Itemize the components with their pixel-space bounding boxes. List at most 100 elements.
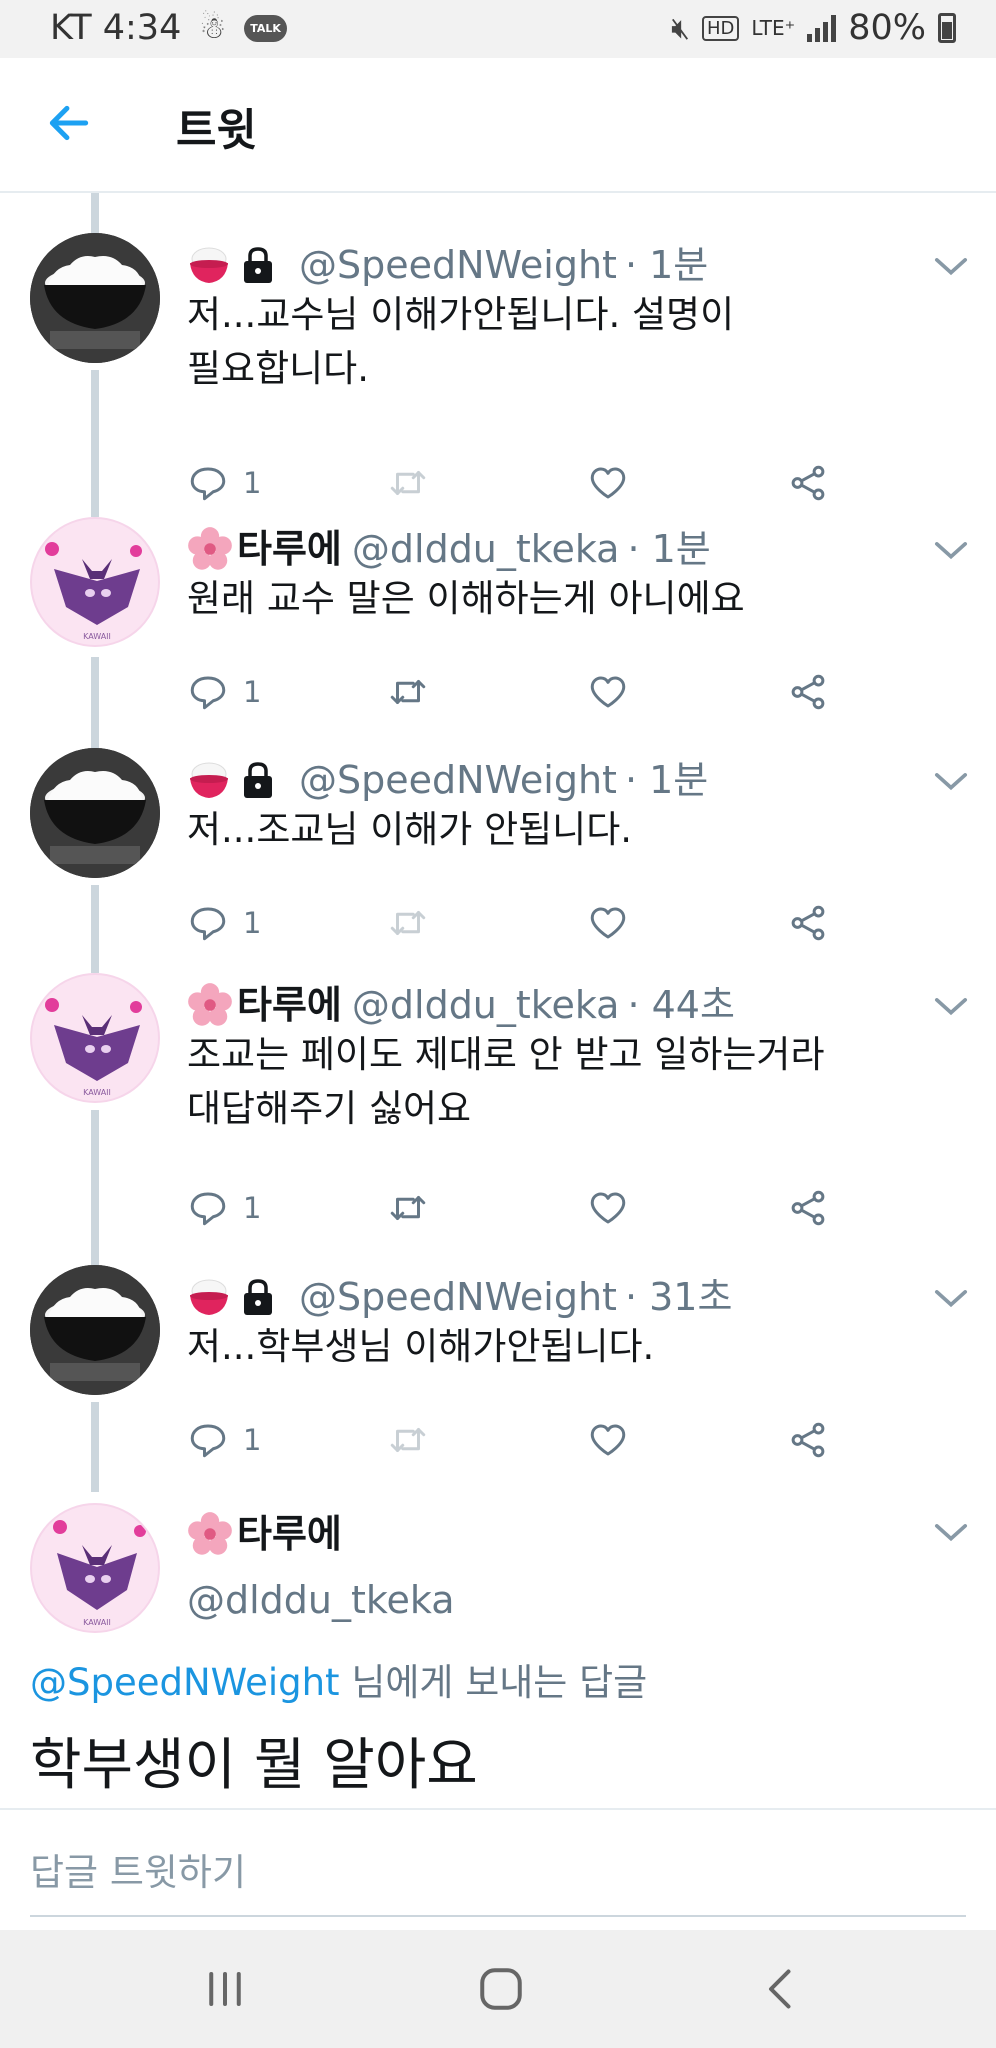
cherry-blossom-icon [188,983,232,1026]
avatar[interactable] [30,748,160,878]
lock-icon [244,247,272,283]
reply-button[interactable]: 1 [187,458,261,508]
caret-down-icon[interactable] [934,1289,968,1309]
reply-to-mention[interactable]: @SpeedNWeight [30,1661,340,1704]
handle[interactable]: @dlddu_tkeka [352,980,620,1030]
reply-button[interactable]: 1 [187,1183,261,1233]
rice-avatar-image [30,748,160,878]
thread-line [91,657,99,748]
caret-down-icon[interactable] [934,997,968,1017]
rice-avatar-image [30,1265,160,1395]
reply-count: 1 [243,1423,262,1457]
avatar[interactable] [30,1265,160,1395]
avatar[interactable]: KAWAII [30,973,160,1103]
reply-context: @SpeedNWeight 님에게 보내는 답글 [30,1652,647,1706]
retweet-button[interactable] [387,1183,429,1233]
bat-avatar-icon: KAWAII [53,1520,146,1627]
svg-text:KAWAII: KAWAII [83,1618,111,1627]
handle[interactable]: @dlddu_tkeka [352,524,620,574]
tweet-actions: 1 [187,1183,847,1233]
display-name[interactable]: 타루에 [237,524,342,574]
handle[interactable]: @SpeedNWeight [299,240,617,290]
share-button[interactable] [787,898,829,948]
reply-button[interactable]: 1 [187,667,261,717]
retweet-button[interactable] [387,898,429,948]
header: 트윗 [0,58,996,193]
display-name[interactable]: 타루에 [237,1509,342,1559]
caret-down-icon[interactable] [934,257,968,277]
retweet-icon [390,471,426,495]
rice-bowl-icon [190,1279,228,1315]
caret-down-icon[interactable] [934,541,968,561]
back-icon[interactable] [756,1964,806,2014]
share-icon [791,1422,825,1458]
reply-icon [190,467,226,501]
share-button[interactable] [787,458,829,508]
share-button[interactable] [787,667,829,717]
handle[interactable]: @SpeedNWeight [299,755,617,805]
avatar[interactable]: KAWAII [30,1503,160,1633]
battery-percent: 80% [848,8,926,48]
caret-down-icon[interactable] [934,1523,968,1543]
like-icon [590,1192,626,1224]
like-icon [590,676,626,708]
divider [0,1808,996,1810]
reply-compose-input[interactable]: 답글 트윗하기 [30,1842,246,1896]
share-icon [791,1190,825,1226]
share-button[interactable] [787,1183,829,1233]
carrier-time: KT 4:34 [50,8,182,48]
retweet-icon [390,680,426,704]
tweet-text: 원래 교수 말은 이해하는게 아니에요 [187,577,745,620]
retweet-icon [390,1196,426,1220]
retweet-button[interactable] [387,667,429,717]
home-icon[interactable] [476,1964,526,2014]
handle[interactable]: @dlddu_tkeka [187,1575,455,1625]
handle[interactable]: @SpeedNWeight [299,1272,617,1322]
caret-down-icon[interactable] [934,772,968,792]
like-button[interactable] [587,1415,629,1465]
thread-line [91,193,99,233]
like-button[interactable] [587,1183,629,1233]
reply-count: 1 [243,675,262,709]
like-button[interactable] [587,667,629,717]
lock-icon [244,762,272,798]
tweet-text: 저...교수님 이해가안됩니다. 설명이 필요합니다. [187,293,735,390]
like-icon [590,907,626,939]
avatar[interactable] [30,233,160,363]
focused-tweet-text: 학부생이 뭘 알아요 [30,1733,478,1798]
system-nav-bar [0,1930,996,2048]
reply-count: 1 [243,1191,262,1225]
like-button[interactable] [587,458,629,508]
timestamp: · 1분 [624,243,709,287]
reply-icon [190,1424,226,1458]
lock-icon [244,1279,272,1315]
back-arrow-icon[interactable] [44,98,94,148]
retweet-button[interactable] [387,458,429,508]
mute-icon: 🔇︎ [671,10,690,46]
page-title: 트윗 [176,105,257,156]
battery-icon [938,13,956,43]
avatar[interactable]: KAWAII [30,517,160,647]
svg-text:KAWAII: KAWAII [83,1088,111,1097]
display-name[interactable]: 타루에 [237,980,342,1030]
reply-icon [190,676,226,710]
recent-apps-icon[interactable] [200,1964,250,2014]
retweet-button[interactable] [387,1415,429,1465]
reply-icon [190,1192,226,1226]
share-icon [791,465,825,501]
reply-button[interactable]: 1 [187,1415,261,1465]
retweet-icon [390,1428,426,1452]
share-button[interactable] [787,1415,829,1465]
thread-line [91,370,99,517]
tweet-actions: 1 [187,898,847,948]
signal-icon [807,14,837,42]
lte-icon: LTE⁺ [751,16,796,40]
cherry-blossom-icon [188,527,232,570]
notification-icon: ☃ [199,10,227,46]
reply-button[interactable]: 1 [187,898,261,948]
svg-text:KAWAII: KAWAII [83,632,111,641]
tweet-actions: 1 [187,1415,847,1465]
like-button[interactable] [587,898,629,948]
thread-line [91,1402,99,1492]
tweet-text: 저...학부생님 이해가안됩니다. [187,1325,655,1368]
